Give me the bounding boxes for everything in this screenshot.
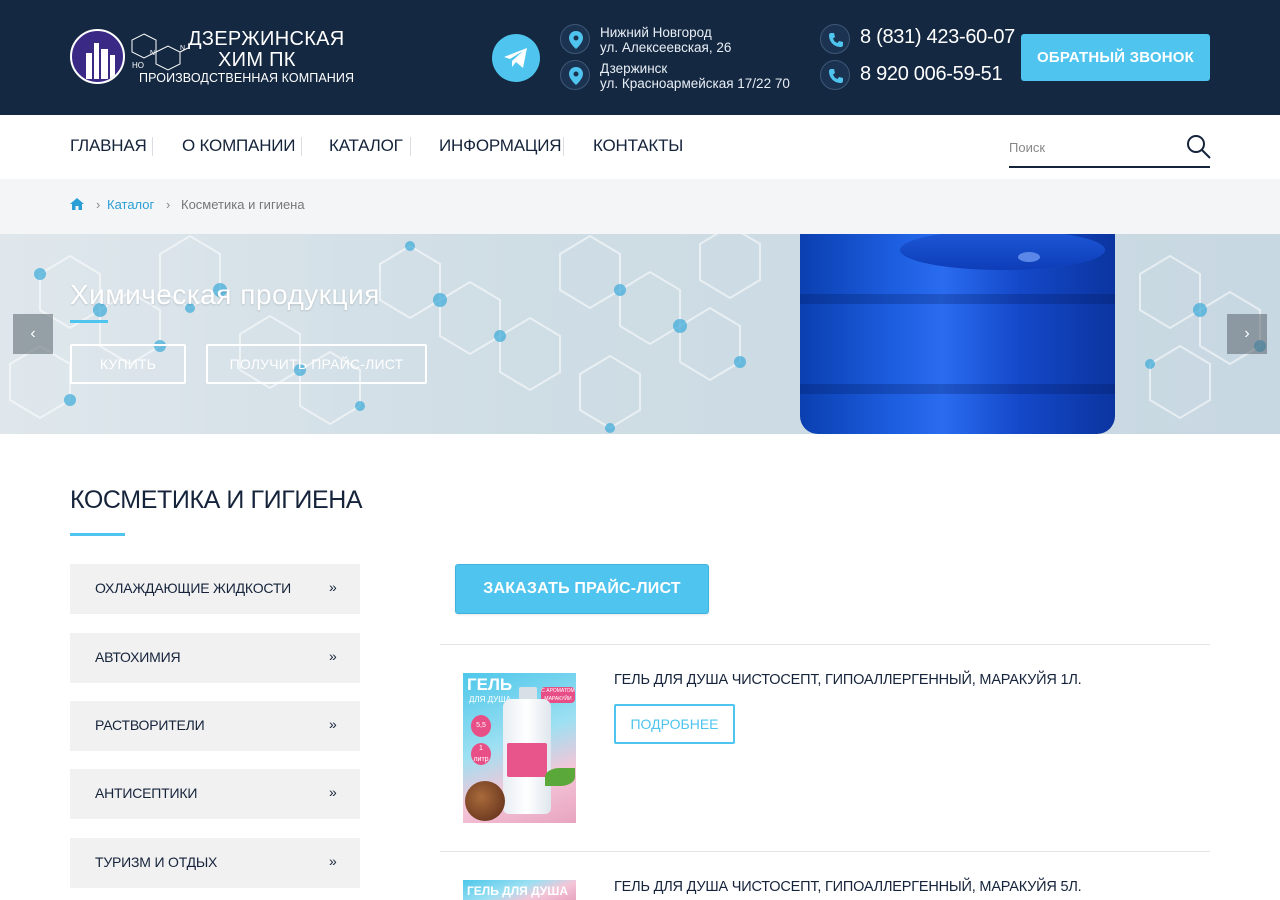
telegram-link[interactable] xyxy=(492,34,540,82)
product-title[interactable]: ГЕЛЬ ДЛЯ ДУША ЧИСТОСЕПТ, ГИПОАЛЛЕРГЕННЫЙ… xyxy=(614,879,1082,895)
nav-divider xyxy=(152,137,153,156)
barrel-image xyxy=(800,234,1115,434)
main-nav: ГЛАВНАЯ О КОМПАНИИ КАТАЛОГ ИНФОРМАЦИЯ КО… xyxy=(0,115,1280,179)
product-image-title: ГЕЛЬ xyxy=(467,675,513,694)
product-image-title: ГЕЛЬ ДЛЯ ДУША xyxy=(467,884,568,898)
logo-tagline: ПРОИЗВОДСТВЕННАЯ КОМПАНИЯ xyxy=(139,71,355,85)
phone-icon xyxy=(820,24,850,54)
category-item[interactable]: АВТОХИМИЯ » xyxy=(70,633,360,683)
banner-title-underline xyxy=(70,320,108,323)
chevron-right-icon: › xyxy=(166,197,171,212)
home-icon[interactable] xyxy=(70,198,84,210)
product-image[interactable]: ГЕЛЬ ДЛЯ ДУША xyxy=(463,880,576,900)
search-box xyxy=(1009,131,1212,168)
nav-divider xyxy=(410,137,411,156)
svg-text:HO: HO xyxy=(132,61,144,70)
search-icon[interactable] xyxy=(1186,134,1212,160)
category-label: РАСТВОРИТЕЛИ xyxy=(95,717,205,733)
section-title-underline xyxy=(70,533,125,536)
details-button[interactable]: ПОДРОБНЕЕ xyxy=(614,704,735,744)
phone-icon xyxy=(820,60,850,90)
logo-text-line-2: ХИМ ПК xyxy=(218,49,296,71)
double-chevron-right-icon: » xyxy=(329,784,337,800)
phone-number-2[interactable]: 8 920 006-59-51 xyxy=(860,63,1003,85)
slider-prev-button[interactable]: ‹ xyxy=(13,314,53,354)
nav-item-catalog[interactable]: КАТАЛОГ xyxy=(329,136,403,156)
double-chevron-right-icon: » xyxy=(329,853,337,869)
breadcrumb: › Каталог › Косметика и гигиена xyxy=(0,179,1280,234)
get-pricelist-button[interactable]: ПОЛУЧИТЬ ПРАЙС-ЛИСТ xyxy=(206,344,427,384)
nav-item-about[interactable]: О КОМПАНИИ xyxy=(182,136,296,156)
double-chevron-right-icon: » xyxy=(329,648,337,664)
nav-item-contacts[interactable]: КОНТАКТЫ xyxy=(593,136,683,156)
search-input[interactable] xyxy=(1009,136,1179,158)
company-logo[interactable]: HO N N ДЗЕРЖИНСКАЯ ХИМ ПК ПРОИЗВОДСТВЕНН… xyxy=(70,28,354,88)
nav-divider xyxy=(563,137,564,156)
breadcrumb-catalog-link[interactable]: Каталог xyxy=(107,197,154,212)
banner-title: Химическая продукция xyxy=(70,279,380,310)
address-city: Нижний Новгород xyxy=(600,25,712,40)
address-street: ул. Алексеевская, 26 xyxy=(600,40,732,55)
section-title: КОСМЕТИКА И ГИГИЕНА xyxy=(70,486,363,514)
category-item[interactable]: ТУРИЗМ И ОТДЫХ » xyxy=(70,838,360,888)
slider-next-button[interactable]: › xyxy=(1227,314,1267,354)
category-item[interactable]: РАСТВОРИТЕЛИ » xyxy=(70,701,360,751)
category-label: ТУРИЗМ И ОТДЫХ xyxy=(95,854,218,870)
product-title[interactable]: ГЕЛЬ ДЛЯ ДУША ЧИСТОСЕПТ, ГИПОАЛЛЕРГЕННЫЙ… xyxy=(614,672,1082,688)
phone-number-1[interactable]: 8 (831) 423-60-07 xyxy=(860,26,1015,48)
address-dzerzhinsk: Дзержинск ул. Красноармейская 17/22 70 xyxy=(600,61,790,91)
buy-button[interactable]: КУПИТЬ xyxy=(70,344,186,384)
divider xyxy=(440,851,1210,852)
address-street: ул. Красноармейская 17/22 70 xyxy=(600,76,790,91)
order-pricelist-button[interactable]: ЗАКАЗАТЬ ПРАЙС-ЛИСТ xyxy=(455,564,709,614)
product-image[interactable]: ГЕЛЬ ДЛЯ ДУША С АРОМАТОМ МАРАКУЙИ 5,5 pH… xyxy=(463,673,576,823)
category-item[interactable]: ОХЛАЖДАЮЩИЕ ЖИДКОСТИ » xyxy=(70,564,360,614)
callback-button[interactable]: ОБРАТНЫЙ ЗВОНОК xyxy=(1021,34,1210,81)
hero-banner: Химическая продукция КУПИТЬ ПОЛУЧИТЬ ПРА… xyxy=(0,234,1280,434)
nav-divider xyxy=(301,137,302,156)
double-chevron-right-icon: » xyxy=(329,716,337,732)
nav-item-home[interactable]: ГЛАВНАЯ xyxy=(70,136,147,156)
telegram-icon xyxy=(504,48,527,68)
product-image-ph: 5,5 pH xyxy=(471,715,491,751)
location-pin-icon xyxy=(560,60,590,90)
breadcrumb-current: Косметика и гигиена xyxy=(181,197,305,212)
logo-emblem xyxy=(70,29,125,84)
location-pin-icon xyxy=(560,24,590,54)
category-label: АНТИСЕПТИКИ xyxy=(95,785,198,801)
chevron-right-icon: › xyxy=(96,197,101,212)
product-image-volume: 1 литр xyxy=(471,743,491,765)
logo-text-line-1: ДЗЕРЖИНСКАЯ xyxy=(188,28,345,50)
category-item[interactable]: АНТИСЕПТИКИ » xyxy=(70,769,360,819)
svg-text:N: N xyxy=(180,45,185,52)
nav-item-info[interactable]: ИНФОРМАЦИЯ xyxy=(439,136,562,156)
address-city: Дзержинск xyxy=(600,61,668,76)
divider xyxy=(440,644,1210,645)
category-label: ОХЛАЖДАЮЩИЕ ЖИДКОСТИ xyxy=(95,580,292,596)
address-nn: Нижний Новгород ул. Алексеевская, 26 xyxy=(600,25,731,55)
category-label: АВТОХИМИЯ xyxy=(95,649,181,665)
svg-text:N: N xyxy=(150,50,155,57)
top-header: HO N N ДЗЕРЖИНСКАЯ ХИМ ПК ПРОИЗВОДСТВЕНН… xyxy=(0,0,1280,115)
double-chevron-right-icon: » xyxy=(329,579,337,595)
